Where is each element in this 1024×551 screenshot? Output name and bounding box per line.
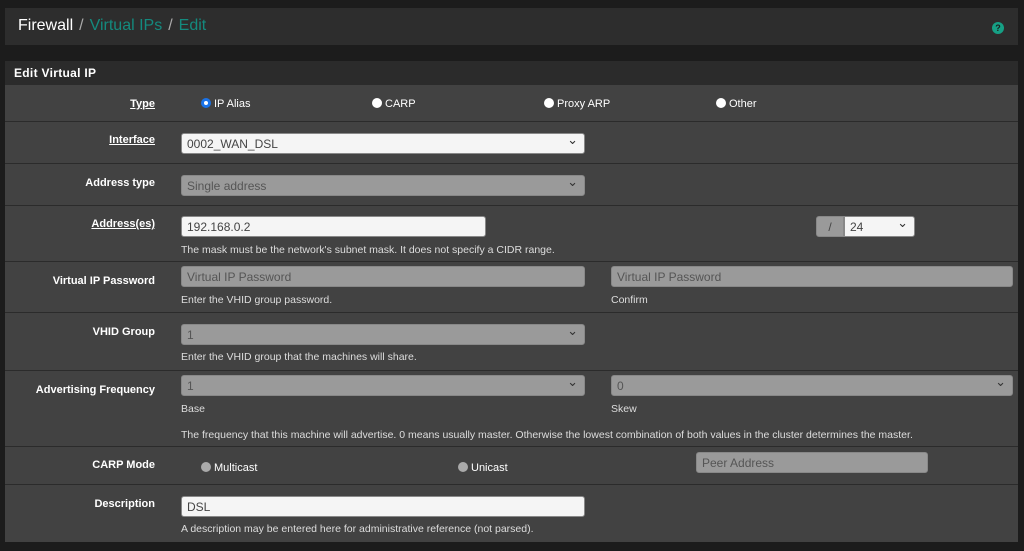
address-input[interactable]: 192.168.0.2 — [181, 216, 486, 237]
adv-base-select[interactable]: 1 — [181, 374, 585, 396]
description-row: Description DSL A description may be ent… — [5, 484, 1018, 542]
interface-label: Interface — [109, 134, 155, 146]
confirm-help: Confirm — [611, 294, 648, 306]
address-type-row: Address type Single address — [5, 163, 1018, 205]
advertising-label: Advertising Frequency — [35, 384, 155, 396]
breadcrumb: Firewall / Virtual IPs / Edit — [18, 17, 207, 34]
breadcrumb-firewall: Firewall — [18, 17, 74, 34]
carp-radio-unicast[interactable]: Unicast — [458, 462, 508, 474]
addresses-label: Address(es) — [91, 218, 155, 230]
password-help: Enter the VHID group password. — [181, 294, 333, 306]
address-type-label: Address type — [85, 177, 155, 189]
type-radio-ip-alias[interactable]: IP Alias — [201, 98, 251, 110]
password-label: Virtual IP Password — [52, 275, 155, 287]
vhid-row: VHID Group 1 Enter the VHID group that t… — [5, 312, 1018, 370]
mask-slash: / — [816, 216, 844, 237]
type-radio-proxy-arp[interactable]: Proxy ARP — [544, 98, 610, 110]
type-row: Type IP Alias CARP Proxy ARP Other — [5, 84, 1018, 121]
edit-virtual-ip-panel: Edit Virtual IP Type IP Alias CARP Proxy… — [5, 61, 1018, 542]
vhid-label: VHID Group — [92, 326, 155, 338]
password-row: Virtual IP Password Virtual IP Password … — [5, 261, 1018, 312]
carp-mode-label: CARP Mode — [92, 459, 155, 471]
advertising-help: The frequency that this machine will adv… — [181, 429, 913, 441]
carp-mode-row: CARP Mode Multicast Unicast Peer Address — [5, 446, 1018, 484]
carp-radio-multicast[interactable]: Multicast — [201, 462, 257, 474]
base-help: Base — [181, 403, 205, 415]
adv-skew-select[interactable]: 0 — [611, 374, 1013, 396]
mask-select[interactable]: 24 — [844, 215, 915, 237]
help-icon[interactable]: ? — [992, 22, 1004, 34]
password-confirm-input[interactable]: Virtual IP Password — [611, 266, 1013, 287]
breadcrumb-virtual-ips[interactable]: Virtual IPs — [90, 17, 163, 34]
page-header: Firewall / Virtual IPs / Edit ? — [5, 8, 1018, 45]
interface-row: Interface 0002_WAN_DSL — [5, 121, 1018, 163]
address-type-select[interactable]: Single address — [181, 174, 585, 196]
breadcrumb-edit[interactable]: Edit — [179, 17, 207, 34]
advertising-row: Advertising Frequency 1 0 Base Skew The … — [5, 370, 1018, 446]
addresses-help: The mask must be the network's subnet ma… — [181, 244, 555, 256]
panel-title: Edit Virtual IP — [5, 61, 1018, 84]
description-input[interactable]: DSL — [181, 496, 585, 517]
peer-address-input[interactable]: Peer Address — [696, 452, 928, 473]
vhid-help: Enter the VHID group that the machines w… — [181, 351, 417, 363]
description-label: Description — [94, 498, 155, 510]
type-label: Type — [130, 98, 155, 110]
addresses-row: Address(es) 192.168.0.2 / 24 The mask mu… — [5, 205, 1018, 261]
skew-help: Skew — [611, 403, 637, 415]
type-radio-carp[interactable]: CARP — [372, 98, 416, 110]
interface-select[interactable]: 0002_WAN_DSL — [181, 132, 585, 154]
description-help: A description may be entered here for ad… — [181, 523, 534, 535]
type-radio-other[interactable]: Other — [716, 98, 757, 110]
vhid-select[interactable]: 1 — [181, 323, 585, 345]
password-input[interactable]: Virtual IP Password — [181, 266, 585, 287]
